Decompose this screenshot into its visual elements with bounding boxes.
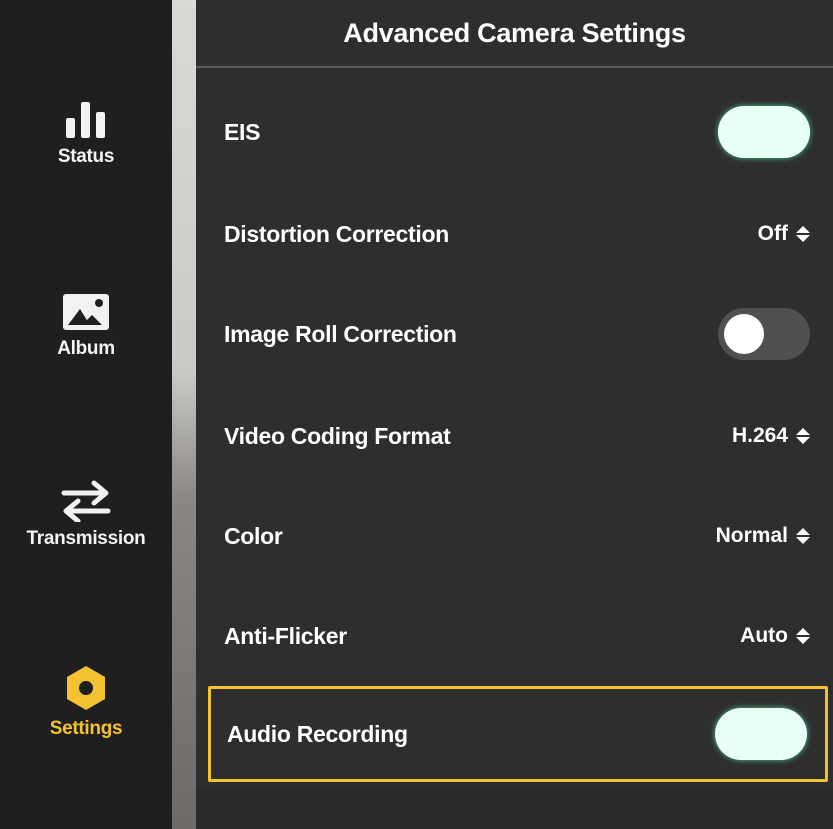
sidebar-item-label: Album — [57, 338, 115, 359]
hexagon-settings-icon — [64, 664, 108, 712]
select-value: Off — [757, 222, 788, 245]
settings-panel: Advanced Camera Settings EIS Distortion … — [196, 0, 833, 829]
toggle-knob — [724, 314, 764, 354]
bar-chart-icon — [64, 92, 108, 140]
image-icon — [62, 284, 110, 332]
select-value: Normal — [715, 524, 788, 547]
sidebar: Status Album Transmission Settings — [0, 0, 172, 829]
setting-label: Anti-Flicker — [224, 622, 347, 649]
sidebar-item-label: Status — [57, 146, 115, 167]
setting-row-anti-flicker: Anti-Flicker Auto — [208, 588, 828, 684]
sidebar-item-settings[interactable]: Settings — [0, 664, 172, 740]
up-down-arrows-icon — [796, 628, 810, 644]
setting-label: EIS — [224, 118, 261, 145]
image-roll-correction-toggle[interactable] — [718, 308, 810, 360]
up-down-arrows-icon — [796, 428, 810, 444]
device-bezel — [172, 0, 196, 829]
setting-label: Image Roll Correction — [224, 320, 457, 347]
sidebar-item-status[interactable]: Status — [0, 92, 172, 168]
setting-row-image-roll-correction: Image Roll Correction — [208, 286, 828, 382]
toggle-knob — [764, 112, 804, 152]
anti-flicker-select[interactable]: Auto — [740, 624, 810, 648]
video-coding-format-select[interactable]: H.264 — [732, 424, 810, 448]
sidebar-item-label: Transmission — [26, 528, 146, 549]
setting-row-audio-recording: Audio Recording — [208, 686, 828, 782]
setting-row-distortion-correction: Distortion Correction Off — [208, 186, 828, 282]
distortion-correction-select[interactable]: Off — [758, 222, 810, 246]
setting-row-eis: EIS — [208, 84, 828, 180]
setting-label: Color — [224, 522, 283, 549]
eis-toggle[interactable] — [718, 106, 810, 158]
up-down-arrows-icon — [796, 528, 810, 544]
up-down-arrows-icon — [796, 226, 810, 242]
page-title: Advanced Camera Settings — [196, 0, 833, 68]
setting-label: Distortion Correction — [224, 220, 449, 247]
sidebar-item-transmission[interactable]: Transmission — [0, 474, 172, 550]
setting-row-color: Color Normal — [208, 488, 828, 584]
audio-recording-toggle[interactable] — [715, 708, 807, 760]
select-value: H.264 — [731, 424, 788, 447]
setting-label: Audio Recording — [227, 720, 408, 747]
select-value: Auto — [740, 624, 788, 647]
setting-row-video-coding-format: Video Coding Format H.264 — [208, 388, 828, 484]
panel-bottom — [196, 789, 833, 829]
swap-arrows-icon — [60, 474, 112, 522]
toggle-knob — [761, 714, 801, 754]
sidebar-item-album[interactable]: Album — [0, 284, 172, 360]
sidebar-item-label: Settings — [49, 718, 123, 739]
screen: Status Album Transmission Settings Advan… — [0, 0, 833, 829]
color-select[interactable]: Normal — [716, 524, 810, 548]
setting-label: Video Coding Format — [224, 422, 451, 449]
